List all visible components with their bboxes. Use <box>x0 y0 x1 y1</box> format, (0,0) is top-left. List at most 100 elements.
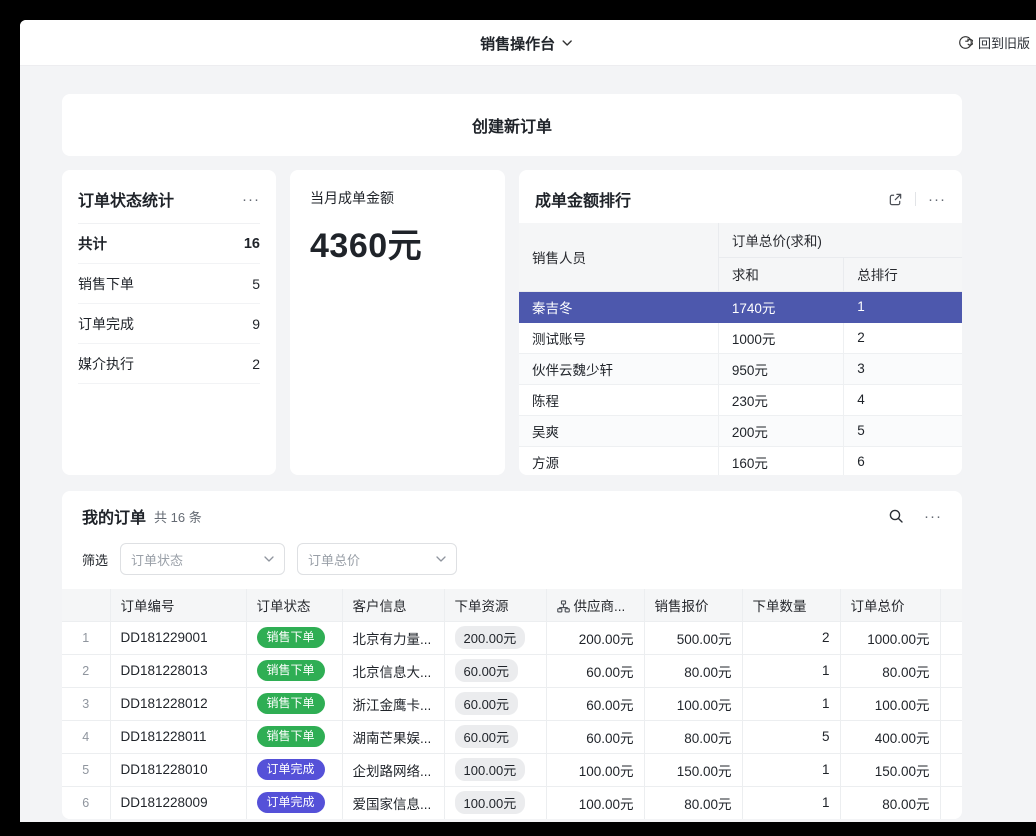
salesperson-cell: 方源 <box>519 446 718 475</box>
sum-cell: 160元 <box>718 446 843 475</box>
status-label: 订单完成 <box>78 314 134 334</box>
export-icon[interactable] <box>888 192 903 207</box>
supplier-cell: 100.00元 <box>546 753 644 786</box>
status-badge: 销售下单 <box>257 693 325 714</box>
col-header-salesperson: 销售人员 <box>519 223 718 291</box>
order-no-cell: DD181228012 <box>110 687 246 720</box>
order-status-cell: 销售下单 <box>246 654 342 687</box>
sum-cell: 950元 <box>718 353 843 384</box>
rank-cell: 6 <box>844 446 962 475</box>
order-status-cell: 销售下单 <box>246 720 342 753</box>
col-header-supplier: 供应商... <box>546 589 644 621</box>
content-area: 创建新订单 订单状态统计 ··· 共计 16 销售下单 5 订单完成 <box>20 66 1036 819</box>
order-total-filter-select[interactable]: 订单总价 <box>297 543 457 575</box>
ranking-row[interactable]: 测试账号 1000元 2 <box>519 322 962 353</box>
more-icon[interactable]: ··· <box>924 509 942 524</box>
filler-cell <box>940 786 962 819</box>
order-row[interactable]: 2 DD181228013 销售下单 北京信息大... 60.00元 60.00… <box>62 654 962 687</box>
order-row[interactable]: 4 DD181228011 销售下单 湖南芒果娱... 60.00元 60.00… <box>62 720 962 753</box>
status-row-sales[interactable]: 销售下单 5 <box>78 264 260 304</box>
sum-cell: 230元 <box>718 384 843 415</box>
create-order-button[interactable]: 创建新订单 <box>62 94 962 156</box>
filler-cell <box>940 621 962 654</box>
order-no-cell: DD181228011 <box>110 720 246 753</box>
resource-cell: 60.00元 <box>444 720 546 753</box>
col-header-order-total-group: 订单总价(求和) <box>718 223 962 257</box>
ranking-row[interactable]: 吴爽 200元 5 <box>519 415 962 446</box>
order-no-cell: DD181228010 <box>110 753 246 786</box>
quote-cell: 500.00元 <box>644 621 742 654</box>
resource-pill: 60.00元 <box>455 659 519 682</box>
ranking-row[interactable]: 秦吉冬 1740元 1 <box>519 291 962 322</box>
resource-cell: 60.00元 <box>444 654 546 687</box>
total-cell: 100.00元 <box>840 687 940 720</box>
customer-cell: 湖南芒果娱... <box>342 720 444 753</box>
status-value: 16 <box>244 236 260 252</box>
status-value: 2 <box>252 356 260 372</box>
quote-cell: 100.00元 <box>644 687 742 720</box>
revert-icon <box>958 35 973 50</box>
row-number-cell: 2 <box>62 654 110 687</box>
order-row[interactable]: 6 DD181228009 订单完成 爱国家信息... 100.00元 100.… <box>62 786 962 819</box>
rank-cell: 3 <box>844 353 962 384</box>
col-header-customer: 客户信息 <box>342 589 444 621</box>
divider <box>915 192 916 206</box>
row-number-cell: 3 <box>62 687 110 720</box>
order-no-cell: DD181228013 <box>110 654 246 687</box>
ranking-row[interactable]: 伙伴云魏少轩 950元 3 <box>519 353 962 384</box>
col-header-resource: 下单资源 <box>444 589 546 621</box>
back-to-old-version-link[interactable]: 回到旧版 <box>958 33 1036 52</box>
status-row-media[interactable]: 媒介执行 2 <box>78 344 260 384</box>
col-header-order-status: 订单状态 <box>246 589 342 621</box>
sum-cell: 200元 <box>718 415 843 446</box>
supplier-cell: 60.00元 <box>546 687 644 720</box>
customer-cell: 企划路网络... <box>342 753 444 786</box>
ranking-row[interactable]: 方源 160元 6 <box>519 446 962 475</box>
col-header-quantity: 下单数量 <box>742 589 840 621</box>
app-window: 销售操作台 回到旧版 创建新订单 订单状态统 <box>20 20 1036 822</box>
salesperson-cell: 秦吉冬 <box>519 291 718 322</box>
customer-cell: 北京信息大... <box>342 654 444 687</box>
row-number-cell: 1 <box>62 621 110 654</box>
select-placeholder: 订单总价 <box>308 550 360 569</box>
order-row[interactable]: 3 DD181228012 销售下单 浙江金鹰卡... 60.00元 60.00… <box>62 687 962 720</box>
rank-cell: 1 <box>844 291 962 322</box>
status-label: 共计 <box>78 233 107 254</box>
status-value: 5 <box>252 276 260 292</box>
card-title: 成单金额排行 <box>535 187 631 211</box>
quantity-cell: 2 <box>742 621 840 654</box>
page-title: 销售操作台 <box>480 33 555 54</box>
ranking-row[interactable]: 陈程 230元 4 <box>519 384 962 415</box>
more-icon[interactable]: ··· <box>928 192 946 207</box>
sum-cell: 1000元 <box>718 322 843 353</box>
col-header-filler <box>940 589 962 621</box>
search-icon[interactable] <box>888 508 904 524</box>
row-number-cell: 5 <box>62 753 110 786</box>
quantity-cell: 1 <box>742 654 840 687</box>
sum-cell: 1740元 <box>718 291 843 322</box>
sitemap-icon <box>557 600 570 613</box>
salesperson-cell: 陈程 <box>519 384 718 415</box>
app-title-dropdown[interactable]: 销售操作台 <box>480 20 572 66</box>
quote-cell: 80.00元 <box>644 786 742 819</box>
quote-cell: 80.00元 <box>644 720 742 753</box>
order-status-cell: 销售下单 <box>246 621 342 654</box>
back-label: 回到旧版 <box>978 33 1030 52</box>
monthly-amount-card: 当月成单金额 4360元 <box>290 170 505 475</box>
col-header-rank: 总排行 <box>844 257 962 291</box>
resource-cell: 200.00元 <box>444 621 546 654</box>
order-status-filter-select[interactable]: 订单状态 <box>120 543 285 575</box>
status-row-total[interactable]: 共计 16 <box>78 224 260 264</box>
status-row-complete[interactable]: 订单完成 9 <box>78 304 260 344</box>
amount-value: 4360元 <box>310 218 485 267</box>
col-header-total: 订单总价 <box>840 589 940 621</box>
top-bar: 销售操作台 回到旧版 <box>20 20 1036 66</box>
order-row[interactable]: 5 DD181228010 订单完成 企划路网络... 100.00元 100.… <box>62 753 962 786</box>
supplier-cell: 60.00元 <box>546 654 644 687</box>
quote-cell: 80.00元 <box>644 654 742 687</box>
card-title: 订单状态统计 <box>78 187 174 211</box>
more-icon[interactable]: ··· <box>242 192 260 207</box>
order-row[interactable]: 1 DD181229001 销售下单 北京有力量... 200.00元 200.… <box>62 621 962 654</box>
customer-cell: 爱国家信息... <box>342 786 444 819</box>
row-number-cell: 6 <box>62 786 110 819</box>
